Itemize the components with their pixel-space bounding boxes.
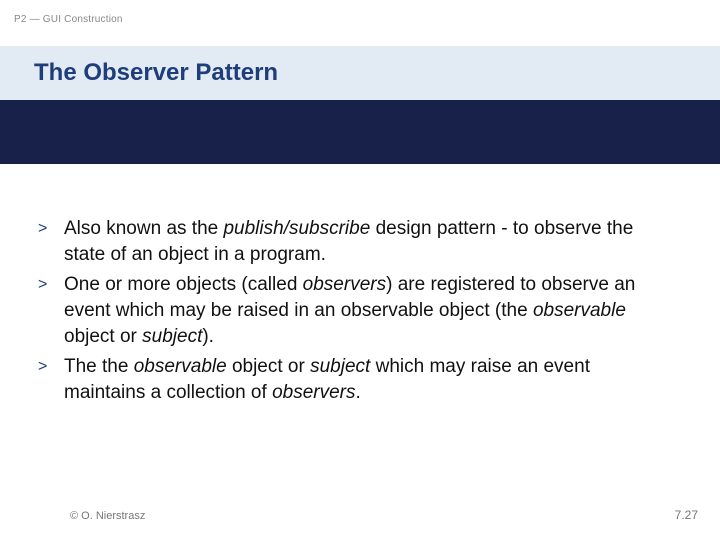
accent-band — [0, 100, 720, 164]
page-number: 7.27 — [675, 508, 698, 522]
bullet-text: The the observable object or subject whi… — [64, 354, 674, 406]
bullet-item: > Also known as the publish/subscribe de… — [34, 216, 674, 268]
slide: P2 — GUI Construction The Observer Patte… — [0, 0, 720, 540]
bullet-text: One or more objects (called observers) a… — [64, 272, 674, 350]
bullet-text: Also known as the publish/subscribe desi… — [64, 216, 674, 268]
title-band: The Observer Pattern — [0, 46, 720, 100]
footer-copyright: © O. Nierstrasz — [70, 510, 145, 522]
breadcrumb: P2 — GUI Construction — [14, 14, 123, 25]
bullet-marker: > — [34, 216, 64, 242]
bullet-marker: > — [34, 272, 64, 298]
bullet-item: > The the observable object or subject w… — [34, 354, 674, 406]
bullet-item: > One or more objects (called observers)… — [34, 272, 674, 350]
body-content: > Also known as the publish/subscribe de… — [34, 216, 674, 410]
bullet-marker: > — [34, 354, 64, 380]
slide-title: The Observer Pattern — [0, 59, 278, 87]
